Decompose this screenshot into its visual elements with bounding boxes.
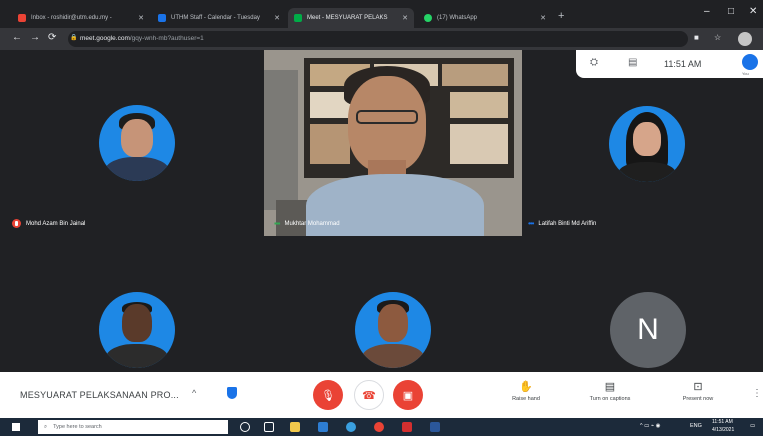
back-button[interactable]: ← — [12, 32, 22, 43]
captions-button[interactable]: ▤ Turn on captions — [580, 380, 640, 402]
participant-name-tile: ••• Latifah Binti Md Ariffin — [528, 219, 596, 228]
participant-name-tile: Mohd Azam Bin Jainal — [12, 219, 85, 228]
close-tab-icon[interactable]: ✕ — [132, 14, 144, 22]
gmail-icon — [18, 14, 26, 22]
host-controls-shield-icon[interactable] — [227, 387, 237, 399]
maximize-button[interactable]: □ — [728, 6, 734, 17]
close-tab-icon[interactable]: ✕ — [396, 14, 408, 22]
task-view-icon[interactable] — [264, 422, 274, 432]
tab-title: Meet - MESYUARAT PELAKS — [307, 15, 388, 21]
present-label: Present now — [682, 396, 714, 402]
profile-avatar[interactable] — [738, 32, 752, 46]
chrome-icon[interactable] — [374, 422, 384, 432]
participant-avatar — [99, 292, 175, 368]
minimize-button[interactable]: – — [704, 6, 710, 17]
participant-name-tile: ▪▪▪ Mukhtar Mohammad — [274, 219, 340, 228]
speaker-face — [348, 76, 426, 172]
tab-title: UTHM Staff - Calendar - Tuesday — [171, 15, 260, 21]
people-icon[interactable]: ⛭ — [590, 57, 598, 68]
mail-app-icon[interactable] — [318, 422, 328, 432]
participant-name: Mohd Azam Bin Jainal — [26, 220, 86, 227]
tab-title: Inbox - roshidir@utm.edu.my - — [31, 15, 112, 21]
speaking-indicator-icon: ▪▪▪ — [274, 219, 280, 228]
tab-calendar[interactable]: UTHM Staff - Calendar - Tuesday ✕ — [152, 8, 286, 28]
leave-call-button[interactable]: ☎ — [354, 380, 384, 410]
participant-initial-avatar: N — [610, 292, 686, 368]
speaking-indicator-icon: ••• — [528, 219, 534, 228]
taskbar-time[interactable]: 11:51 AM — [712, 419, 733, 425]
close-window-button[interactable]: ✕ — [749, 6, 757, 17]
close-tab-icon[interactable]: ✕ — [534, 14, 546, 22]
url-host: meet.google.com — [80, 35, 130, 42]
more-options-icon[interactable]: ⋮ — [752, 388, 762, 399]
new-tab-button[interactable]: + — [558, 10, 564, 22]
meeting-controls-bar: MESYUARAT PELAKSANAAN PRO... ^ 🎙 ☎ ▣ ✋ R… — [0, 372, 763, 418]
participant-avatar — [99, 105, 175, 181]
meeting-clock: 11:51 AM — [664, 59, 702, 69]
participant-avatar — [355, 292, 431, 368]
url-path: /gqy-wnh-mb?authuser=1 — [129, 35, 204, 42]
mic-toggle-button[interactable]: 🎙 — [313, 380, 343, 410]
raise-hand-label: Raise hand — [512, 396, 540, 402]
mic-off-icon — [12, 219, 21, 228]
camera-off-icon: ▣ — [402, 389, 414, 402]
speaker-glasses — [356, 110, 418, 124]
captions-label: Turn on captions — [589, 396, 631, 402]
windows-start-icon[interactable] — [12, 423, 20, 431]
raise-hand-button[interactable]: ✋ Raise hand — [496, 380, 556, 402]
captions-icon: ▤ — [604, 381, 616, 393]
system-tray-icons[interactable]: ^ ▭ ⌁ ◉ — [640, 423, 660, 429]
meet-icon — [294, 14, 302, 22]
file-explorer-icon[interactable] — [290, 422, 300, 432]
cortana-icon[interactable] — [240, 422, 250, 432]
calendar-icon — [158, 14, 166, 22]
camera-toggle-button[interactable]: ▣ — [393, 380, 423, 410]
self-avatar[interactable] — [742, 54, 758, 70]
bookmark-star-icon[interactable]: ☆ — [714, 33, 721, 42]
address-bar: ← → ⟳ 🔒 meet.google.com/gqy-wnh-mb?authu… — [0, 28, 763, 50]
meeting-grid: Mohd Azam Bin Jainal ▪▪▪ Mukhtar Mohamma… — [0, 50, 763, 372]
lock-icon[interactable]: 🔒 — [70, 34, 77, 41]
present-now-button[interactable]: ⊡ Present now — [668, 380, 728, 402]
reload-button[interactable]: ⟳ — [48, 32, 56, 43]
language-indicator[interactable]: ENG — [690, 423, 702, 429]
mic-off-icon: 🎙 — [321, 389, 335, 402]
tab-meet[interactable]: Meet - MESYUARAT PELAKS ✕ — [288, 8, 414, 28]
participant-name: Mukhtar Mohammad — [284, 220, 340, 227]
taskbar-date[interactable]: 4/13/2021 — [712, 427, 734, 433]
whatsapp-icon — [424, 14, 432, 22]
participant-avatar — [609, 106, 685, 182]
word-icon[interactable] — [430, 422, 440, 432]
present-icon: ⊡ — [693, 381, 703, 393]
hangup-icon: ☎ — [362, 389, 376, 402]
windows-taskbar: ⌕ Type here to search ^ ▭ ⌁ ◉ ENG 11:51 … — [0, 418, 763, 436]
participant-name: Latifah Binti Md Ariffin — [538, 220, 597, 227]
tab-title: (17) WhatsApp — [437, 15, 478, 21]
camera-permission-icon[interactable]: ■ — [694, 33, 699, 42]
browser-tab-strip: Inbox - roshidir@utm.edu.my - ✕ UTHM Sta… — [0, 0, 763, 28]
speaker-video[interactable]: ▪▪▪ Mukhtar Mohammad — [264, 50, 522, 236]
acrobat-icon[interactable] — [402, 422, 412, 432]
taskbar-search-box[interactable]: ⌕ Type here to search — [38, 420, 228, 434]
meeting-info-overlay: ⛭ ▤ 11:51 AM You — [576, 50, 763, 78]
chevron-up-icon[interactable]: ^ — [192, 388, 196, 398]
edge-icon[interactable] — [346, 422, 356, 432]
search-placeholder: Type here to search — [53, 424, 102, 430]
forward-button[interactable]: → — [30, 32, 40, 43]
search-icon: ⌕ — [44, 423, 48, 430]
tab-whatsapp[interactable]: (17) WhatsApp ✕ — [418, 8, 552, 28]
chat-icon[interactable]: ▤ — [628, 57, 637, 68]
notifications-icon[interactable]: ▭ — [750, 423, 755, 429]
url-text[interactable]: meet.google.com/gqy-wnh-mb?authuser=1 — [80, 35, 204, 42]
self-label: You — [742, 71, 749, 76]
tab-gmail[interactable]: Inbox - roshidir@utm.edu.my - ✕ — [12, 8, 150, 28]
meeting-title[interactable]: MESYUARAT PELAKSANAAN PRO... — [20, 390, 179, 400]
hand-icon: ✋ — [519, 381, 533, 393]
close-tab-icon[interactable]: ✕ — [268, 14, 280, 22]
